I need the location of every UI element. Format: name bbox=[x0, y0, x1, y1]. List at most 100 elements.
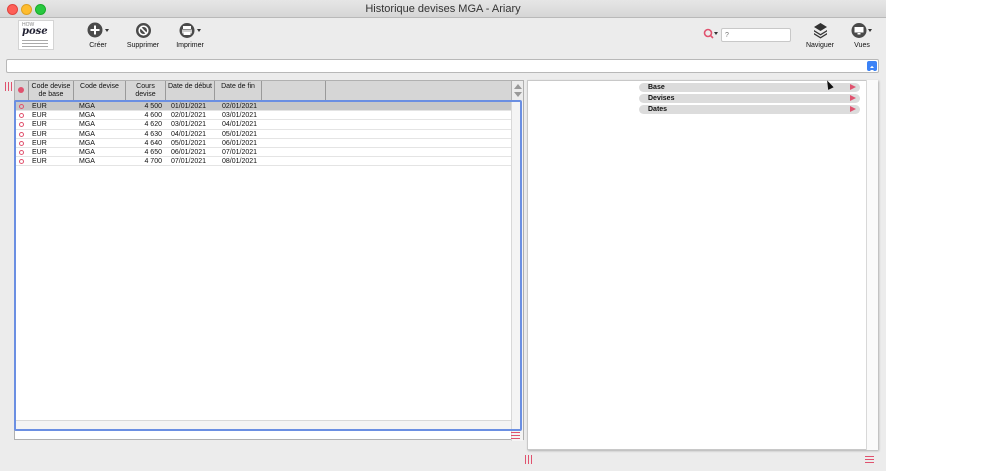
print-button[interactable]: Imprimer bbox=[174, 22, 206, 49]
section-base-label: Base bbox=[648, 84, 665, 91]
panel-splitter-handle[interactable] bbox=[525, 455, 533, 464]
table-body: EUR MGA 4 500 01/01/2021 02/01/2021 EUR MGA 4 6… bbox=[15, 102, 511, 167]
row-status-radio-icon[interactable] bbox=[19, 159, 24, 165]
dropdown-arrow-icon[interactable] bbox=[867, 61, 877, 73]
column-header-currency-code[interactable]: Code devise bbox=[74, 81, 126, 101]
cell-rate: 4 640 bbox=[144, 139, 162, 147]
column-header-start-date[interactable]: Date de début bbox=[166, 81, 215, 101]
column-splitter-handle[interactable] bbox=[5, 82, 13, 91]
table-row[interactable]: EUR MGA 4 620 03/01/2021 04/01/2021 bbox=[15, 120, 511, 130]
cell-base-code: EUR bbox=[32, 130, 47, 138]
table-header: Code devise de base Code devise Cours de… bbox=[15, 81, 511, 101]
table-row[interactable]: EUR MGA 4 600 02/01/2021 03/01/2021 bbox=[15, 111, 511, 121]
table-row[interactable]: EUR MGA 4 630 04/01/2021 05/01/2021 bbox=[15, 130, 511, 139]
cell-start-date: 04/01/2021 bbox=[171, 130, 207, 138]
views-label: Vues bbox=[854, 42, 870, 49]
filter-select[interactable] bbox=[6, 59, 879, 73]
vertical-scrollbar[interactable] bbox=[511, 101, 523, 441]
cell-end-date: 04/01/2021 bbox=[222, 121, 258, 129]
delete-button[interactable]: Supprimer bbox=[125, 22, 161, 49]
cell-currency-code: MGA bbox=[79, 112, 95, 120]
printer-icon bbox=[179, 23, 201, 38]
column-header-empty bbox=[262, 81, 326, 101]
table-row[interactable]: EUR MGA 4 700 07/01/2021 08/01/2021 bbox=[15, 157, 511, 167]
section-dates[interactable]: Dates bbox=[639, 105, 860, 114]
table-menu-icon[interactable] bbox=[511, 432, 520, 439]
navigate-button[interactable]: Naviguer bbox=[804, 22, 836, 49]
detail-panel: Base Devises Dates bbox=[527, 80, 878, 450]
detail-menu-icon[interactable] bbox=[865, 456, 874, 463]
detail-scrollbar[interactable] bbox=[866, 80, 878, 450]
table-row[interactable]: EUR MGA 4 650 06/01/2021 07/01/2021 bbox=[15, 148, 511, 158]
create-label: Créer bbox=[89, 42, 107, 49]
cell-start-date: 03/01/2021 bbox=[171, 121, 207, 129]
app-logo: HOW pose bbox=[18, 20, 54, 50]
window-title: Historique devises MGA - Ariary bbox=[365, 3, 521, 15]
cell-rate: 4 500 bbox=[144, 103, 162, 110]
table-row[interactable]: EUR MGA 4 640 05/01/2021 06/01/2021 bbox=[15, 139, 511, 148]
cell-currency-code: MGA bbox=[79, 139, 95, 147]
row-status-radio-icon[interactable] bbox=[19, 131, 24, 137]
logo-brand-text: pose bbox=[22, 26, 48, 37]
cell-end-date: 06/01/2021 bbox=[222, 139, 258, 147]
column-header-base-code[interactable]: Code devise de base bbox=[29, 81, 74, 101]
cell-rate: 4 700 bbox=[144, 158, 162, 166]
cell-end-date: 08/01/2021 bbox=[222, 158, 258, 166]
plus-circle-icon bbox=[87, 22, 109, 38]
section-devises-label: Devises bbox=[648, 95, 675, 102]
cell-rate: 4 620 bbox=[144, 121, 162, 129]
table-row[interactable]: EUR MGA 4 500 01/01/2021 02/01/2021 bbox=[15, 102, 511, 112]
column-header-rate[interactable]: Cours devise bbox=[126, 81, 166, 101]
cell-end-date: 03/01/2021 bbox=[222, 112, 258, 120]
cell-start-date: 02/01/2021 bbox=[171, 112, 207, 120]
create-button[interactable]: Créer bbox=[84, 22, 112, 49]
expand-arrow-icon[interactable] bbox=[850, 95, 856, 101]
cell-end-date: 02/01/2021 bbox=[222, 103, 258, 110]
cell-start-date: 05/01/2021 bbox=[171, 139, 207, 147]
display-icon bbox=[851, 23, 872, 38]
toolbar: HOW pose Créer Supprimer Imprimer ? Navi… bbox=[0, 18, 886, 56]
row-status-radio-icon[interactable] bbox=[19, 113, 24, 119]
row-status-radio-icon[interactable] bbox=[19, 122, 24, 128]
section-dates-label: Dates bbox=[648, 106, 668, 113]
cell-currency-code: MGA bbox=[79, 148, 95, 156]
column-header-end-date[interactable]: Date de fin bbox=[215, 81, 262, 101]
cell-currency-code: MGA bbox=[79, 130, 95, 138]
cell-start-date: 06/01/2021 bbox=[171, 148, 207, 156]
scroll-arrows[interactable] bbox=[511, 81, 523, 101]
cell-currency-code: MGA bbox=[79, 158, 95, 166]
cell-start-date: 01/01/2021 bbox=[171, 103, 207, 110]
cell-currency-code: MGA bbox=[79, 121, 95, 129]
cell-base-code: EUR bbox=[32, 112, 47, 120]
cell-start-date: 07/01/2021 bbox=[171, 158, 207, 166]
cell-rate: 4 630 bbox=[144, 130, 162, 138]
expand-arrow-icon[interactable] bbox=[850, 106, 856, 112]
cell-end-date: 05/01/2021 bbox=[222, 130, 258, 138]
cell-currency-code: MGA bbox=[79, 103, 95, 110]
search-input[interactable] bbox=[721, 28, 791, 42]
cell-end-date: 07/01/2021 bbox=[222, 148, 258, 156]
search-icon[interactable] bbox=[703, 28, 719, 42]
prohibit-icon bbox=[135, 23, 151, 38]
navigate-label: Naviguer bbox=[805, 42, 834, 49]
views-button[interactable]: Vues bbox=[849, 22, 875, 49]
cell-base-code: EUR bbox=[32, 121, 47, 129]
cell-base-code: EUR bbox=[32, 158, 47, 166]
currency-history-table: Code devise de base Code devise Cours de… bbox=[14, 80, 524, 441]
print-label: Imprimer bbox=[176, 42, 204, 49]
search-box bbox=[703, 28, 791, 42]
delete-label: Supprimer bbox=[126, 42, 160, 49]
row-status-radio-icon[interactable] bbox=[19, 140, 24, 146]
row-status-radio-icon[interactable] bbox=[19, 149, 24, 155]
record-status-column-header[interactable] bbox=[15, 81, 29, 101]
horizontal-scrollbar[interactable] bbox=[15, 420, 511, 431]
section-devises[interactable]: Devises bbox=[639, 94, 860, 103]
title-bar: Historique devises MGA - Ariary bbox=[0, 0, 886, 18]
cell-base-code: EUR bbox=[32, 148, 47, 156]
row-status-radio-icon[interactable] bbox=[19, 104, 24, 109]
expand-arrow-icon[interactable] bbox=[850, 84, 856, 90]
layers-icon bbox=[813, 23, 827, 39]
cell-rate: 4 650 bbox=[144, 148, 162, 156]
cell-base-code: EUR bbox=[32, 139, 47, 147]
cell-rate: 4 600 bbox=[144, 112, 162, 120]
